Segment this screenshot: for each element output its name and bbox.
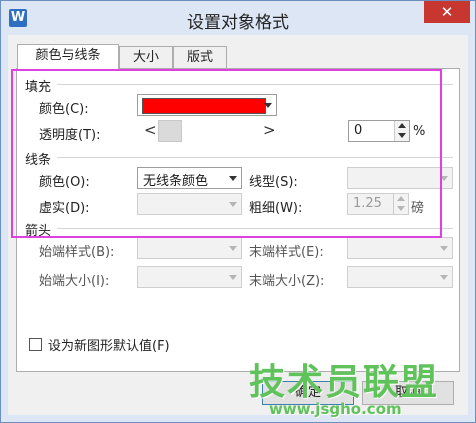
line-color-value: 无线条颜色 [143,174,209,189]
fill-color-label: 颜色(C): [39,102,89,117]
fill-color-dropdown[interactable] [137,94,277,116]
dash-label: 虚实(D): [39,201,90,216]
weight-unit: 磅 [411,201,425,216]
dash-dropdown[interactable] [137,193,242,215]
chevron-down-icon [229,202,237,207]
transparency-unit: % [413,124,426,139]
begin-size-dropdown[interactable] [137,266,242,288]
dialog-title: 设置对象格式 [187,13,289,33]
weight-value: 1.25 [353,196,382,211]
begin-style-label: 始端样式(B): [39,245,115,260]
spin-buttons[interactable] [394,121,409,141]
dialog-window: W 设置对象格式 ✕ 颜色与线条 大小 版式 填充 颜色(C): 透明度(T):… [0,0,476,423]
end-size-label: 末端大小(Z): [249,274,325,289]
slider-left-arrow-icon[interactable]: < [144,121,157,139]
slider-right-arrow-icon[interactable]: > [263,121,276,139]
set-default-checkbox[interactable] [29,338,42,351]
chevron-down-icon [440,275,448,280]
spin-up-icon[interactable] [398,123,406,128]
transparency-value: 0 [354,123,363,138]
chevron-down-icon [440,246,448,251]
fill-color-swatch [142,98,266,114]
fill-divider [57,84,453,85]
begin-style-dropdown[interactable] [137,237,242,259]
line-divider [57,157,453,158]
line-color-dropdown[interactable]: 无线条颜色 [137,167,242,189]
transparency-label: 透明度(T): [39,128,101,143]
end-size-dropdown[interactable] [347,266,453,288]
tab-size[interactable]: 大小 [119,46,173,69]
arrows-divider [57,228,453,229]
spin-up-icon[interactable] [397,196,405,201]
line-color-label: 颜色(O): [39,175,90,190]
arrows-section-title: 箭头 [25,224,52,239]
weight-label: 粗细(W): [249,201,303,216]
line-section-title: 线条 [25,153,52,168]
weight-spinbox[interactable]: 1.25 [347,193,409,215]
end-style-label: 末端样式(E): [249,245,324,260]
tab-color-and-lines[interactable]: 颜色与线条 [17,44,119,70]
chevron-down-icon [229,275,237,280]
watermark-title: 技术员联盟 [249,362,440,403]
spin-down-icon[interactable] [397,206,405,211]
chevron-down-icon [264,103,272,108]
title-bar: W 设置对象格式 ✕ [1,1,475,35]
chevron-down-icon [229,246,237,251]
line-type-label: 线型(S): [249,175,298,190]
end-style-dropdown[interactable] [347,237,453,259]
watermark-url: www.jsgho.com [269,400,402,418]
fill-section-title: 填充 [25,80,52,95]
chevron-down-icon [440,176,448,181]
begin-size-label: 始端大小(I): [39,274,110,289]
spin-buttons[interactable] [393,194,408,214]
spin-down-icon[interactable] [398,133,406,138]
tab-panel: 填充 颜色(C): 透明度(T): < > 0 % 线条 颜色(O): 无线条颜… [16,68,460,372]
chevron-down-icon [229,176,237,181]
transparency-spinbox[interactable]: 0 [348,120,410,142]
tab-layout[interactable]: 版式 [173,46,227,69]
transparency-slider-thumb[interactable] [158,120,182,142]
set-default-label[interactable]: 设为新图形默认值(F) [48,335,170,354]
line-type-dropdown[interactable] [347,167,453,189]
close-button[interactable]: ✕ [424,1,470,23]
